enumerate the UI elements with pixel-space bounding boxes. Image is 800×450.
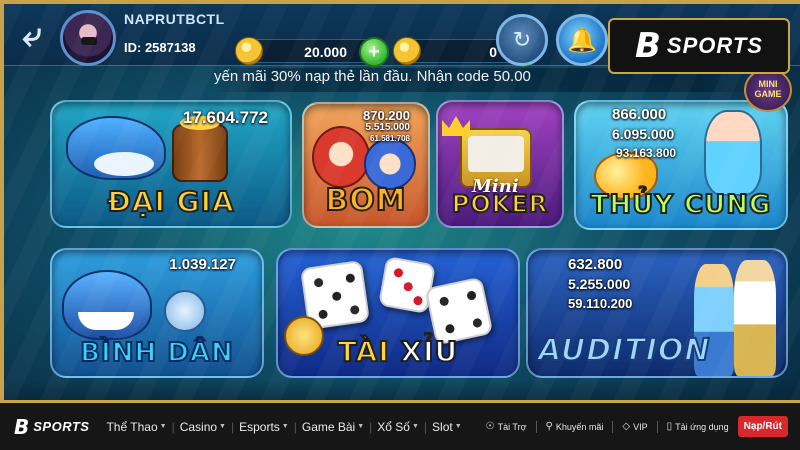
menu-label: Casino (179, 419, 218, 434)
brand-logo-letter: B (635, 26, 661, 66)
jackpot-value-3: 59.110.200 (568, 296, 633, 311)
chevron-down-icon: ▼ (159, 423, 167, 430)
menu-item-xo-so[interactable]: Xổ Số ▼ (372, 420, 424, 434)
site-logo-letter: B (14, 414, 30, 439)
history-icon[interactable]: ↻ (496, 14, 548, 66)
link-label: Khuyến mãi (555, 421, 604, 432)
shark-belly-art (94, 152, 154, 176)
treasure-barrel-art (172, 124, 228, 182)
brand-logo-text: SPORTS (666, 33, 763, 58)
utility-links: ☉ Tài Trợ ⚲ Khuyến mãi ◇ VIP ▯ Tải ứng dụng … (486, 403, 788, 450)
gold-coin-icon (235, 37, 263, 65)
crown-icon (442, 116, 470, 136)
menu-item-esports[interactable]: Esports ▼ (234, 420, 294, 434)
game-title: POKER (451, 189, 549, 219)
menu-item-game-bai[interactable]: Game Bài ▼ (297, 420, 369, 434)
menu-label: Thể Thao (106, 419, 158, 434)
game-card-tai-xiu[interactable]: TÀI XỈU (276, 248, 520, 378)
game-card-bom[interactable]: 870.200 5.515.000 61.581.708 BOM (302, 102, 430, 228)
brand-watermark: B SPORTS (608, 18, 790, 74)
menu-label: Slot (432, 419, 453, 434)
jackpot-value-2: 5.515.000 (365, 122, 411, 133)
game-card-dai-gia[interactable]: 17.604.772 ĐẠI GIA (50, 100, 292, 228)
jackpot-value: 17.604.772 (182, 108, 268, 127)
jackpot-value-2: 5.255.000 (568, 276, 631, 292)
game-title: ĐẠI GIA (106, 184, 235, 219)
menu-item-slot[interactable]: Slot ▼ (427, 420, 467, 434)
game-card-thuy-cung[interactable]: 866.000 6.095.000 93.163.800 THỦY CUNG (574, 100, 788, 230)
add-gold-button[interactable]: + (359, 37, 389, 67)
chevron-down-icon: ▼ (454, 423, 462, 430)
bell-icon[interactable]: 🔔 (556, 14, 608, 66)
link-vip[interactable]: ◇ VIP (622, 421, 647, 432)
chevron-down-icon: ▼ (281, 423, 289, 430)
chevron-down-icon: ▼ (411, 423, 419, 430)
phone-icon: ▯ (666, 421, 673, 432)
link-divider (612, 420, 614, 433)
chevron-down-icon: ▼ (357, 423, 365, 430)
game-card-audition[interactable]: 632.800 5.255.000 59.110.200 AUDITION (526, 248, 788, 378)
game-title: BOM (324, 182, 407, 219)
menu-label: Game Bài (301, 419, 356, 434)
game-title: AUDITION (537, 332, 711, 369)
chevron-down-icon: ▼ (219, 423, 226, 430)
avatar[interactable] (60, 10, 116, 66)
slot-window-art (468, 136, 524, 172)
dancer-male-art (734, 260, 776, 376)
jackpot-value-1: 870.200 (363, 108, 410, 123)
link-label: Tải ứng dụng (675, 421, 729, 432)
main-menu: Thể Thao ▼ | Casino ▼ | Esports ▼ | Game Bà… (101, 420, 466, 434)
jackpot-value-1: 866.000 (612, 106, 667, 123)
game-card-mini-poker[interactable]: Mini POKER (436, 100, 564, 228)
game-title: THỦY CUNG (590, 189, 772, 221)
menu-label: Xổ Số (377, 419, 410, 434)
deposit-withdraw-button[interactable]: Nạp/Rút (737, 416, 788, 437)
jackpot-value-3: 61.581.708 (369, 134, 410, 143)
site-logo[interactable]: B SPORTS (14, 415, 89, 439)
site-navbar: B SPORTS Thể Thao ▼ | Casino ▼ | Esports ▼ … (0, 400, 800, 450)
jackpot-value-1: 632.800 (568, 256, 623, 273)
link-download-app[interactable]: ▯ Tải ứng dụng (667, 421, 729, 432)
mermaid-art (704, 110, 762, 196)
gold-balance-value: 20.000 (304, 44, 347, 60)
tai-label: TÀI (337, 334, 401, 369)
link-label: VIP (633, 421, 648, 432)
link-sponsor[interactable]: ☉ Tài Trợ (486, 421, 527, 432)
link-divider (535, 420, 537, 433)
mini-game-button[interactable]: MINI GAME (744, 68, 792, 112)
xiu-label: XỈU (400, 334, 459, 369)
player-username: NAPRUTBCTL (124, 11, 225, 27)
back-arrow-icon[interactable]: ⤶ (10, 14, 54, 56)
game-title: TÀI XỈU (278, 334, 518, 369)
menu-item-casino[interactable]: Casino ▼ (175, 420, 231, 434)
menu-label: Esports (239, 419, 280, 434)
tag-icon: ⚲ (545, 421, 553, 432)
jackpot-value-3: 93.163.800 (616, 146, 677, 160)
jackpot-value: 1.039.127 (169, 256, 236, 273)
red-character-art (312, 126, 370, 188)
game-card-binh-dan[interactable]: 1.039.127 BÌNH DÂN (50, 248, 264, 378)
pufferfish-art (164, 290, 206, 332)
jackpot-value-2: 6.095.000 (612, 126, 675, 142)
gold-balance: 20.000 + (235, 37, 389, 67)
link-divider (656, 420, 658, 433)
next-row-preview (4, 380, 800, 400)
link-label: Tài Trợ (497, 421, 527, 432)
menu-item-the-thao[interactable]: Thể Thao ▼ (101, 420, 171, 434)
game-title: BÌNH DÂN (79, 337, 234, 369)
shield-icon: ☉ (485, 421, 495, 432)
link-promotions[interactable]: ⚲ Khuyến mãi (546, 421, 604, 432)
diamond-icon: ◇ (622, 421, 631, 432)
player-id: ID: 2587138 (124, 40, 196, 55)
site-logo-text: SPORTS (33, 419, 90, 434)
silver-coin-icon (393, 37, 421, 65)
game-lobby-frame: ⤶ NAPRUTBCTL ID: 2587138 20.000 + 0 + ↻ … (0, 0, 800, 400)
